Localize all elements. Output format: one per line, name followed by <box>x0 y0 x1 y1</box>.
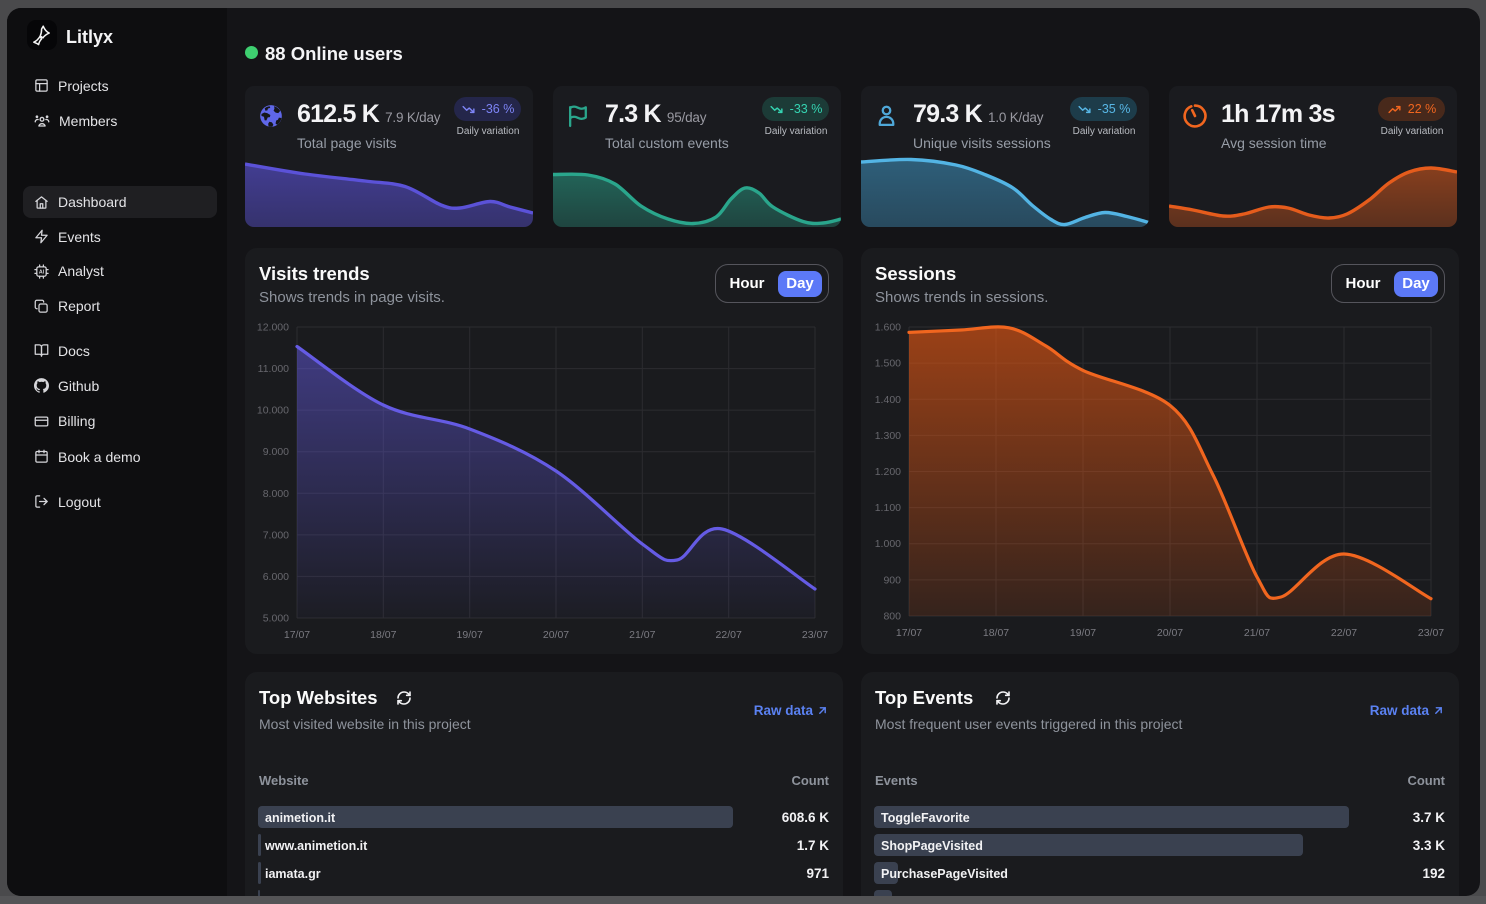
svg-text:23/07: 23/07 <box>1418 627 1444 639</box>
svg-text:21/07: 21/07 <box>1244 627 1270 639</box>
svg-text:900: 900 <box>883 574 901 586</box>
svg-text:6.000: 6.000 <box>263 571 289 583</box>
svg-text:17/07: 17/07 <box>896 627 922 639</box>
svg-text:7.000: 7.000 <box>263 529 289 541</box>
svg-text:11.000: 11.000 <box>258 363 289 375</box>
svg-text:22/07: 22/07 <box>1331 627 1357 639</box>
svg-text:1.300: 1.300 <box>875 430 901 442</box>
svg-text:23/07: 23/07 <box>802 629 828 641</box>
svg-text:20/07: 20/07 <box>543 629 569 641</box>
svg-text:1.000: 1.000 <box>875 538 901 550</box>
svg-text:21/07: 21/07 <box>629 629 655 641</box>
svg-text:1.600: 1.600 <box>875 322 901 334</box>
svg-text:8.000: 8.000 <box>263 488 289 500</box>
svg-text:17/07: 17/07 <box>284 629 310 641</box>
svg-text:1.400: 1.400 <box>875 394 901 406</box>
svg-text:22/07: 22/07 <box>716 629 742 641</box>
svg-text:19/07: 19/07 <box>1070 627 1096 639</box>
svg-text:18/07: 18/07 <box>370 629 396 641</box>
svg-text:18/07: 18/07 <box>983 627 1009 639</box>
svg-text:20/07: 20/07 <box>1157 627 1183 639</box>
svg-text:12.000: 12.000 <box>257 322 289 334</box>
svg-text:5.000: 5.000 <box>263 613 289 625</box>
svg-text:19/07: 19/07 <box>457 629 483 641</box>
svg-text:AI: AI <box>39 269 45 275</box>
svg-text:1.200: 1.200 <box>875 466 901 478</box>
svg-text:800: 800 <box>883 611 901 623</box>
svg-text:9.000: 9.000 <box>263 446 289 458</box>
svg-text:1.500: 1.500 <box>875 358 901 370</box>
svg-text:1.100: 1.100 <box>875 502 901 514</box>
svg-text:10.000: 10.000 <box>257 405 289 417</box>
